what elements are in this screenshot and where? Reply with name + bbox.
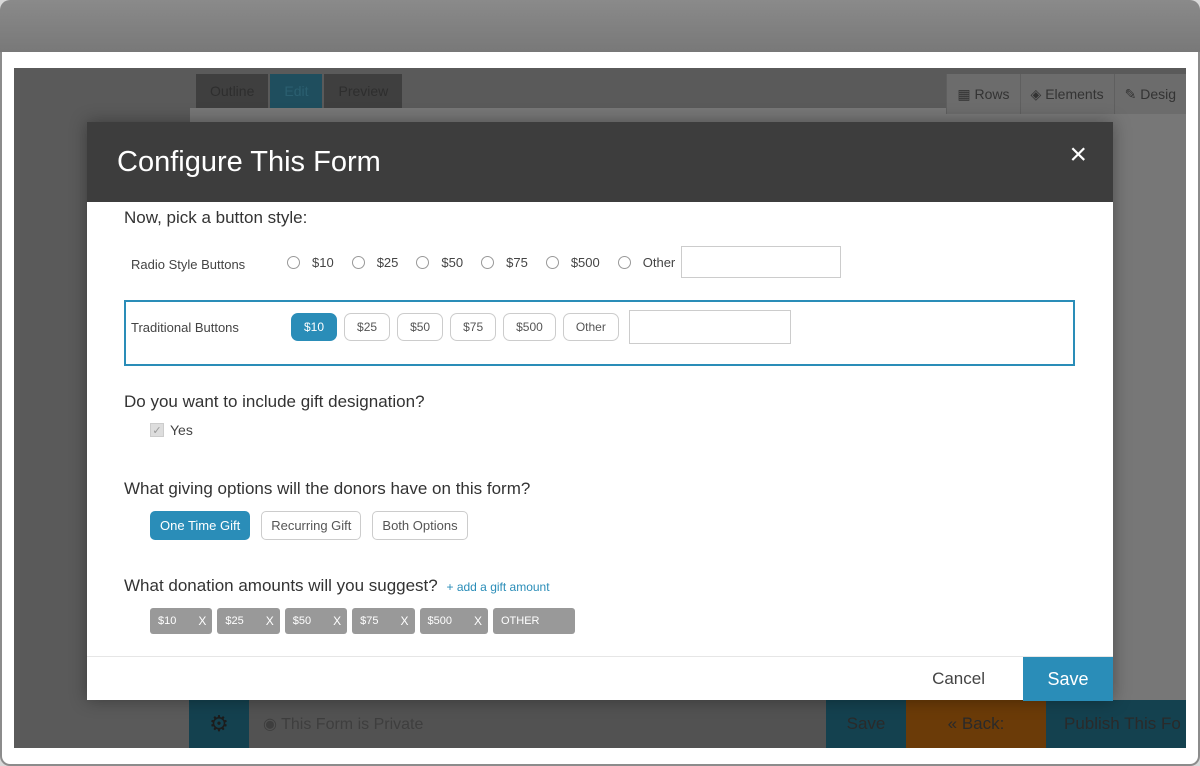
amount-chips: $10 X $25 X $50 X $75 X $500 X OTHER bbox=[150, 608, 580, 634]
radio-circle[interactable] bbox=[287, 255, 300, 269]
elements-icon: ◈ bbox=[1030, 86, 1042, 102]
radio-option[interactable]: $75 bbox=[481, 255, 528, 270]
publish-button[interactable]: Publish This Fo bbox=[1046, 700, 1186, 748]
radio-circle[interactable] bbox=[416, 255, 430, 269]
designation-question: Do you want to include gift designation? bbox=[124, 392, 425, 411]
rows-icon: ▦ bbox=[957, 86, 971, 102]
remove-chip-icon[interactable]: X bbox=[333, 614, 341, 628]
remove-chip-icon[interactable]: X bbox=[474, 614, 482, 628]
amount-chip: $50 X bbox=[284, 608, 348, 634]
modal-title: Configure This Form bbox=[117, 146, 381, 178]
amount-chip: $75 X bbox=[352, 608, 415, 634]
both-options-button[interactable]: Both Options bbox=[372, 511, 468, 540]
close-icon[interactable]: × bbox=[1069, 140, 1087, 170]
configure-form-modal: Configure This Form × Now, pick a button… bbox=[87, 122, 1113, 701]
radio-option[interactable]: $10 bbox=[287, 255, 334, 270]
window-titlebar bbox=[0, 0, 1200, 56]
tab-outline[interactable]: Outline bbox=[196, 74, 269, 108]
recurring-gift-button[interactable]: Recurring Gift bbox=[261, 511, 362, 540]
modal-footer: Cancel Save bbox=[87, 656, 1113, 701]
gear-icon[interactable]: ⚙ bbox=[189, 700, 249, 748]
remove-chip-icon[interactable]: X bbox=[266, 614, 274, 628]
privacy-status: ◉ This Form is Private bbox=[263, 716, 424, 733]
radio-circle[interactable] bbox=[481, 255, 495, 269]
traditional-options: $10 $25 $50 $75 $500 Other bbox=[291, 310, 791, 344]
radio-style-options: $10 $25 $50 $75 $500 Other bbox=[287, 246, 842, 278]
radio-style-label: Radio Style Buttons bbox=[131, 257, 246, 272]
traditional-option[interactable]: $75 bbox=[450, 313, 497, 341]
rows-tool[interactable]: ▦ Rows bbox=[946, 74, 1019, 114]
amounts-question: What donation amounts will you suggest? … bbox=[124, 576, 550, 595]
giving-options: One Time Gift Recurring Gift Both Option… bbox=[150, 511, 479, 540]
amount-chip: $25 X bbox=[217, 608, 280, 634]
traditional-option-selected[interactable]: $10 bbox=[291, 313, 338, 341]
modal-body: Now, pick a button style: Radio Style Bu… bbox=[87, 202, 1113, 656]
traditional-other-amount-input[interactable] bbox=[628, 310, 791, 344]
back-setup-button[interactable]: « Back: Setup bbox=[906, 700, 1046, 748]
cancel-button[interactable]: Cancel bbox=[932, 669, 985, 689]
radio-other-amount-input[interactable] bbox=[681, 246, 842, 278]
remove-chip-icon[interactable]: X bbox=[198, 614, 206, 628]
traditional-label: Traditional Buttons bbox=[131, 320, 239, 335]
editor-bottom-bar: ⚙ ◉ This Form is Private Save « Back: Se… bbox=[189, 700, 1186, 748]
design-tool[interactable]: ✎ Desig bbox=[1113, 74, 1186, 114]
elements-tool[interactable]: ◈ Elements bbox=[1019, 74, 1114, 114]
designation-checkbox[interactable]: ✓ bbox=[150, 423, 164, 437]
other-chip: OTHER bbox=[493, 608, 575, 634]
radio-circle[interactable] bbox=[351, 255, 365, 269]
one-time-gift-button[interactable]: One Time Gift bbox=[150, 511, 251, 540]
bg-save-button[interactable]: Save bbox=[826, 700, 906, 748]
amount-chip: $500 X bbox=[419, 608, 488, 634]
traditional-option[interactable]: $25 bbox=[344, 313, 391, 341]
radio-circle[interactable] bbox=[617, 255, 631, 269]
giving-question: What giving options will the donors have… bbox=[124, 479, 531, 498]
editor-toolbar: ▦ Rows ◈ Elements ✎ Desig bbox=[946, 74, 1186, 114]
tab-preview[interactable]: Preview bbox=[324, 74, 403, 108]
traditional-option[interactable]: $50 bbox=[397, 313, 444, 341]
radio-option[interactable]: $50 bbox=[416, 255, 463, 270]
traditional-buttons-row[interactable]: Traditional Buttons $10 $25 $50 $75 $500… bbox=[124, 300, 1075, 366]
radio-option[interactable]: Other bbox=[617, 255, 675, 270]
modal-header: Configure This Form × bbox=[87, 122, 1113, 202]
radio-circle[interactable] bbox=[545, 255, 559, 269]
remove-chip-icon[interactable]: X bbox=[400, 614, 408, 628]
designation-option[interactable]: ✓ Yes bbox=[150, 422, 193, 438]
eye-icon: ◉ bbox=[263, 716, 277, 733]
save-button[interactable]: Save bbox=[1023, 657, 1113, 701]
editor-mode-tabs: Outline Edit Preview bbox=[196, 74, 403, 108]
radio-option[interactable]: $25 bbox=[351, 255, 398, 270]
tab-edit[interactable]: Edit bbox=[270, 74, 323, 108]
amount-chip: $10 X bbox=[150, 608, 213, 634]
add-gift-amount-link[interactable]: + add a gift amount bbox=[446, 580, 549, 594]
design-icon: ✎ bbox=[1124, 86, 1137, 102]
radio-option[interactable]: $500 bbox=[545, 255, 600, 270]
button-style-question: Now, pick a button style: bbox=[124, 208, 308, 227]
traditional-option[interactable]: Other bbox=[562, 313, 619, 341]
traditional-option[interactable]: $500 bbox=[503, 313, 556, 341]
